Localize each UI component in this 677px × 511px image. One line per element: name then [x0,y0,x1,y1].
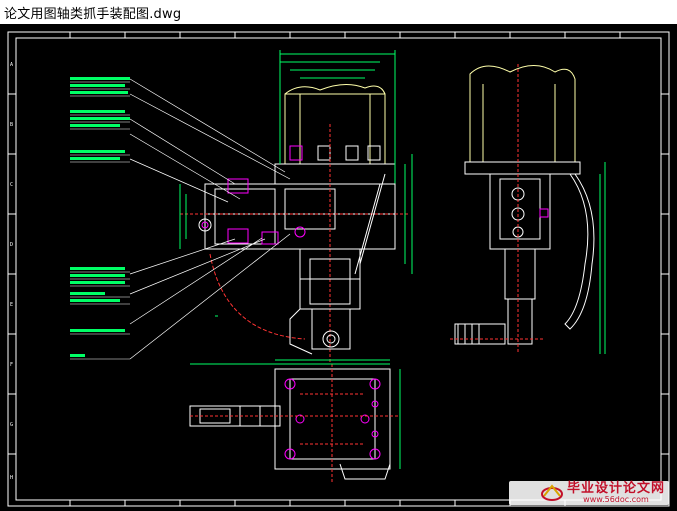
callout-bar [70,124,120,127]
callout-bar [70,117,130,120]
watermark-url: www.56doc.com [583,495,649,504]
callout-bar [70,354,85,357]
zone-letter: G [10,422,13,428]
zone-letter: C [10,182,13,188]
zone-letter: H [10,475,13,481]
callout-bar [70,150,125,153]
site-watermark: 毕业设计论文网 www.56doc.com [509,481,669,505]
title-bar: 论文用图轴类抓手装配图.dwg [0,0,677,24]
callout-bar [70,299,120,302]
watermark-brand: 毕业设计论文网 [566,481,665,496]
callout-bar [70,84,125,87]
callout-bar [70,329,125,332]
leader-lines [129,78,291,360]
main-view-lower [209,173,386,355]
main-view-upper [274,50,396,194]
callout-bar [70,292,105,295]
callout-bar [70,91,128,94]
zone-letter: F [10,362,13,368]
callout-bar [70,110,125,113]
zone-letter: D [10,242,13,248]
cad-drawing-canvas[interactable]: A B C D E F G H 毕业设计论文网 www.56doc.com [0,24,677,511]
callout-bar [70,77,130,80]
callout-bar [70,274,125,277]
zone-letter: B [10,122,13,128]
top-view [189,359,401,484]
side-view [450,64,606,354]
callout-bar [70,281,125,284]
callout-bar [70,157,120,160]
part-callouts [70,77,130,357]
callout-underlines [70,81,130,360]
brand-logo-icon [540,483,563,503]
callout-bar [70,267,125,270]
zone-letter: E [10,302,13,308]
file-title: 论文用图轴类抓手装配图.dwg [4,6,182,22]
cad-drawing: A B C D E F G H [7,31,670,507]
zone-labels: A B C D E F G H [10,62,13,481]
zone-letter: A [10,62,13,68]
